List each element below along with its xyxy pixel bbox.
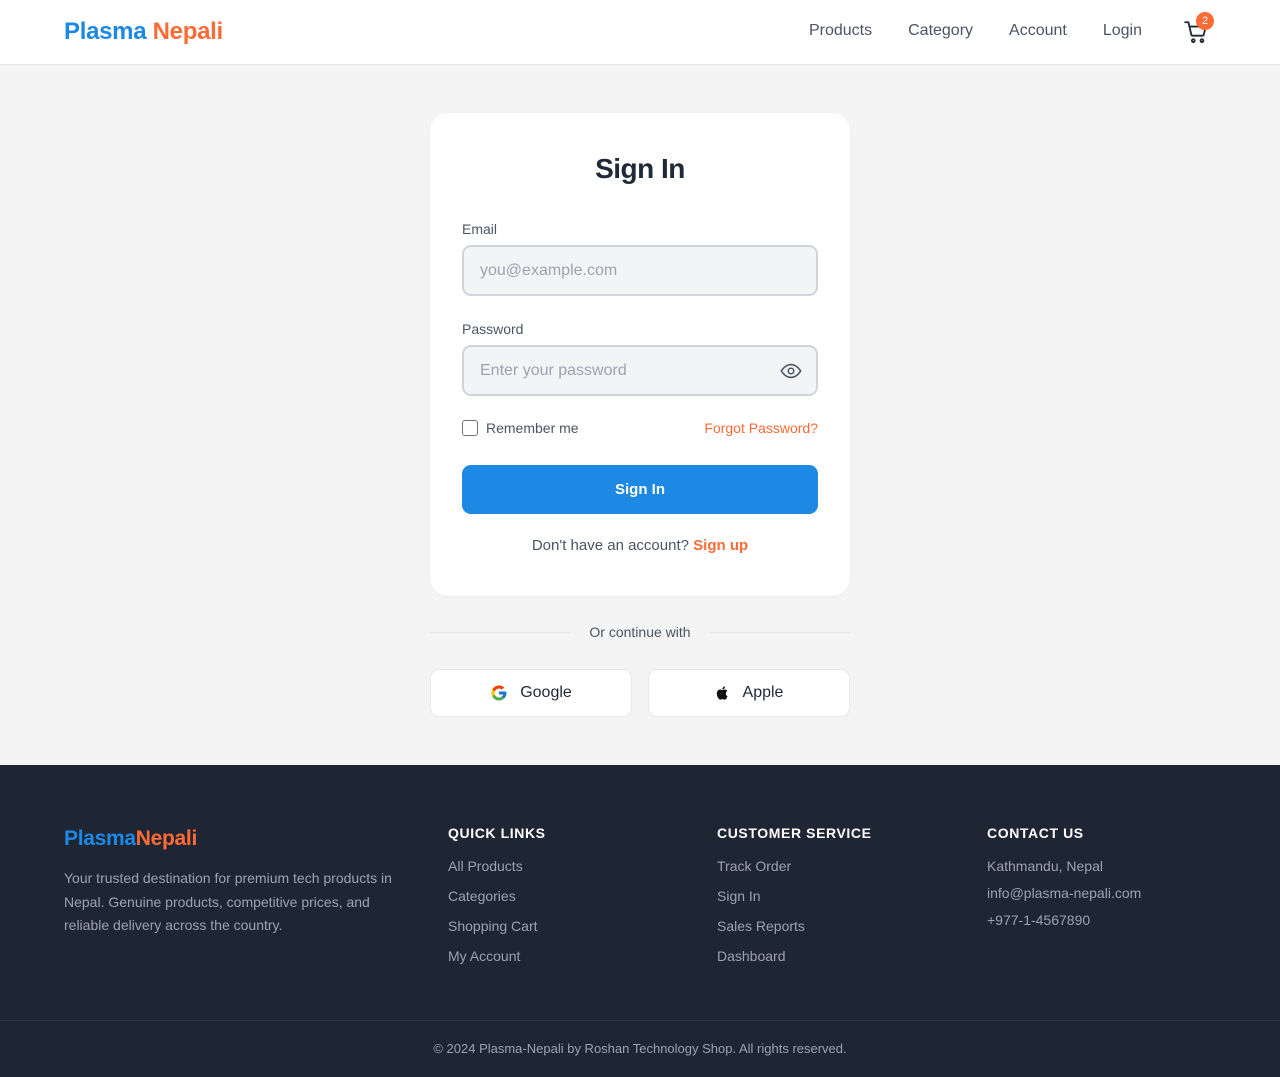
signin-title: Sign In — [595, 153, 685, 184]
customer-service-column: CUSTOMER SERVICE Track Order Sign In Sal… — [717, 825, 872, 977]
footer-link-all-products[interactable]: All Products — [448, 857, 546, 876]
remember-me-checkbox[interactable] — [462, 420, 478, 436]
contact-address: Kathmandu, Nepal — [987, 858, 1103, 874]
no-account-text: Don't have an account? — [531, 537, 689, 554]
logo-part2: Nepali — [152, 18, 224, 45]
footer-link-shopping-cart[interactable]: Shopping Cart — [448, 917, 546, 936]
quick-links-heading: QUICK LINKS — [448, 825, 546, 841]
footer-logo[interactable]: PlasmaNepali — [64, 827, 197, 851]
divider-left — [430, 632, 570, 633]
site-logo[interactable]: Plasma Nepali — [64, 18, 223, 46]
password-field[interactable] — [462, 345, 818, 396]
email-label: Email — [462, 221, 498, 237]
or-continue-text: Or continue with — [589, 624, 691, 640]
signin-card: Sign In Email Password Remember me Forgo… — [430, 113, 850, 596]
google-label: Google — [520, 684, 572, 701]
sign-up-link[interactable]: Sign up — [693, 537, 748, 554]
footer-description: Your trusted destination for premium tec… — [64, 870, 392, 933]
nav-login[interactable]: Login — [1103, 22, 1142, 40]
remember-me-label: Remember me — [486, 420, 579, 436]
logo-part1: Plasma — [64, 18, 147, 45]
nav-products[interactable]: Products — [809, 22, 872, 40]
main-nav: Products Category Account Login — [809, 22, 1142, 40]
email-field[interactable] — [462, 245, 818, 296]
google-button[interactable]: Google — [430, 669, 632, 717]
site-footer: PlasmaNepali Your trusted destination fo… — [0, 765, 1280, 1077]
google-icon — [491, 685, 507, 701]
footer-link-track-order[interactable]: Track Order — [717, 857, 872, 876]
divider-right — [710, 632, 850, 633]
footer-link-categories[interactable]: Categories — [448, 887, 546, 906]
footer-logo-part1: Plasma — [64, 827, 136, 850]
customer-service-heading: CUSTOMER SERVICE — [717, 825, 872, 841]
remember-me: Remember me — [462, 420, 579, 436]
eye-icon[interactable] — [780, 360, 802, 382]
password-label: Password — [462, 321, 524, 337]
site-header: Plasma Nepali Products Category Account … — [0, 0, 1280, 65]
apple-button[interactable]: Apple — [648, 669, 850, 717]
apple-icon — [716, 686, 727, 700]
nav-account[interactable]: Account — [1009, 22, 1067, 40]
footer-link-dashboard[interactable]: Dashboard — [717, 947, 872, 966]
contact-heading: CONTACT US — [987, 825, 1084, 841]
footer-link-my-account[interactable]: My Account — [448, 947, 546, 966]
quick-links-column: QUICK LINKS All Products Categories Shop… — [448, 825, 546, 977]
apple-label: Apple — [742, 684, 784, 701]
sign-in-button[interactable]: Sign In — [462, 465, 818, 514]
contact-email: info@plasma-nepali.com — [987, 885, 1142, 901]
footer-link-sales-reports[interactable]: Sales Reports — [717, 917, 872, 936]
nav-category[interactable]: Category — [908, 22, 973, 40]
cart-count-badge: 2 — [1196, 12, 1214, 30]
contact-phone: +977-1-4567890 — [987, 912, 1091, 928]
footer-link-sign-in[interactable]: Sign In — [717, 887, 872, 906]
footer-divider — [0, 1020, 1280, 1021]
forgot-password-link[interactable]: Forgot Password? — [704, 420, 818, 436]
contact-column: CONTACT US Kathmandu, Nepal info@plasma-… — [987, 825, 1141, 938]
footer-logo-part2: Nepali — [135, 827, 198, 850]
signup-prompt: Don't have an account? Sign up — [430, 537, 850, 554]
copyright-text: © 2024 Plasma-Nepali by Roshan Technolog… — [433, 1041, 847, 1056]
